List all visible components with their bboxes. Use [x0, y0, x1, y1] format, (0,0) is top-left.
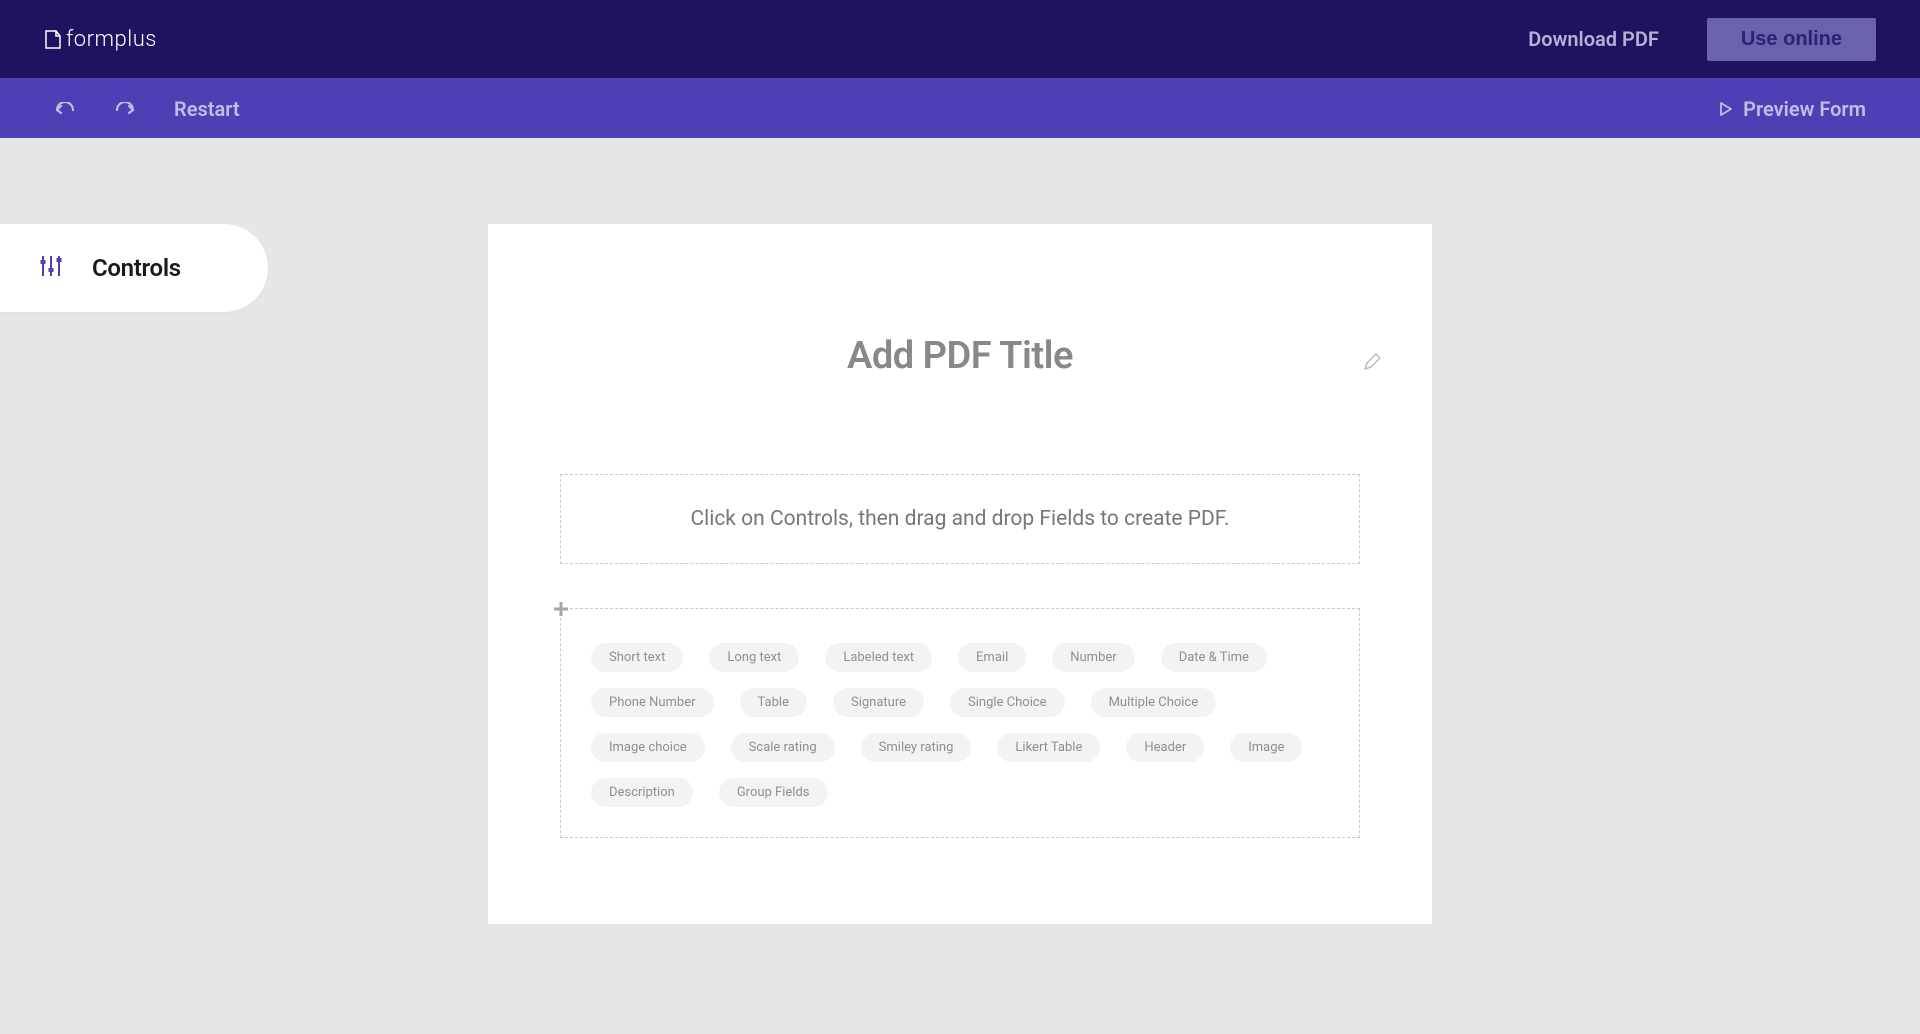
- field-chip[interactable]: Header: [1126, 733, 1204, 762]
- field-chip[interactable]: Long text: [709, 643, 799, 672]
- top-actions: Download PDF Use online: [1528, 18, 1876, 61]
- title-row: Add PDF Title: [544, 334, 1376, 378]
- preview-form-button[interactable]: Preview Form: [1719, 97, 1866, 121]
- brand-logo: formplus: [44, 27, 157, 52]
- fields-palette: Short text Long text Labeled text Email Numb…: [560, 608, 1360, 838]
- drop-hint-box[interactable]: Click on Controls, then drag and drop Fi…: [560, 474, 1360, 564]
- logo-icon: [44, 28, 62, 50]
- sliders-icon: [38, 253, 64, 283]
- field-chip[interactable]: Labeled text: [825, 643, 932, 672]
- field-chip[interactable]: Description: [591, 778, 693, 807]
- field-chip[interactable]: Single Choice: [950, 688, 1065, 717]
- undo-icon[interactable]: [54, 102, 76, 116]
- chips-container: Short text Long text Labeled text Email Numb…: [591, 643, 1329, 807]
- field-chip[interactable]: Image choice: [591, 733, 705, 762]
- top-header: formplus Download PDF Use online: [0, 0, 1920, 78]
- play-icon: [1719, 101, 1733, 117]
- redo-icon[interactable]: [114, 102, 136, 116]
- controls-label: Controls: [92, 254, 181, 282]
- canvas-card: Add PDF Title Click on Controls, then dr…: [488, 224, 1432, 924]
- field-chip[interactable]: Image: [1230, 733, 1302, 762]
- main-area: Controls Add PDF Title Click on Controls…: [0, 138, 1920, 1034]
- toolbar: Restart Preview Form: [0, 78, 1920, 138]
- field-chip[interactable]: Smiley rating: [861, 733, 972, 762]
- field-chip[interactable]: Signature: [833, 688, 924, 717]
- field-chip[interactable]: Group Fields: [719, 778, 828, 807]
- use-online-button[interactable]: Use online: [1707, 18, 1876, 61]
- brand-text: formplus: [66, 27, 157, 52]
- download-pdf-link[interactable]: Download PDF: [1528, 27, 1659, 51]
- pencil-icon: [1362, 352, 1382, 372]
- drop-hint-text: Click on Controls, then drag and drop Fi…: [690, 507, 1229, 531]
- controls-tab[interactable]: Controls: [0, 224, 268, 312]
- field-chip[interactable]: Email: [958, 643, 1026, 672]
- edit-title-icon[interactable]: [1362, 352, 1382, 376]
- field-chip[interactable]: Phone Number: [591, 688, 714, 717]
- field-chip[interactable]: Likert Table: [997, 733, 1100, 762]
- field-chip[interactable]: Scale rating: [731, 733, 835, 762]
- plus-icon[interactable]: [551, 599, 571, 619]
- preview-form-label: Preview Form: [1743, 97, 1866, 121]
- field-chip[interactable]: Date & Time: [1161, 643, 1267, 672]
- pdf-title-placeholder[interactable]: Add PDF Title: [847, 334, 1073, 378]
- field-chip[interactable]: Number: [1052, 643, 1134, 672]
- field-chip[interactable]: Table: [740, 688, 807, 717]
- field-chip[interactable]: Multiple Choice: [1091, 688, 1217, 717]
- restart-button[interactable]: Restart: [174, 97, 240, 121]
- toolbar-left: Restart: [54, 97, 240, 121]
- field-chip[interactable]: Short text: [591, 643, 683, 672]
